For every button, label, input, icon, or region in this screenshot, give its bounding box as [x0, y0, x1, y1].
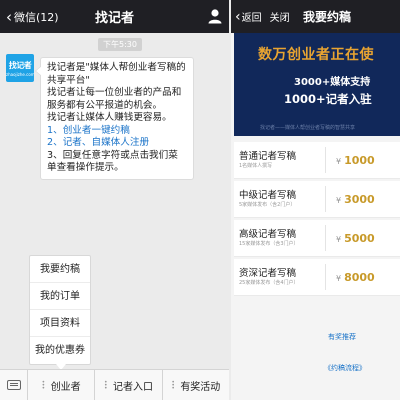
menu-creator-label: 创业者	[50, 381, 81, 393]
banner-footer: 找记者——媒体人帮创业者写稿的智慧共享	[260, 125, 356, 131]
offer-price-value: 1000	[344, 153, 375, 167]
message-timestamp: 下午5:30	[98, 38, 142, 51]
offer-desc: 15家媒体发布（含3门户）	[239, 240, 299, 247]
person-icon[interactable]	[207, 8, 223, 24]
banner-journalist-stat: 1000+记者入驻	[284, 92, 372, 106]
webview-top-bar: ‹ 返回 关闭 我要约稿	[231, 0, 400, 33]
offer-price: ¥ 3000	[326, 193, 400, 206]
menu-events-label: 有奖活动	[180, 381, 221, 393]
offer-desc: 5家媒体发布（含2门户）	[239, 201, 296, 208]
back-label: 微信(12)	[14, 10, 59, 24]
offer-price: ¥ 1000	[326, 154, 400, 167]
message-line: 共享平台"	[47, 74, 90, 86]
message-line: 单查看操作提示。	[47, 162, 124, 173]
webview-title: 我要约稿	[303, 10, 352, 24]
offer-name: 中级记者写稿	[239, 189, 297, 201]
referral-reward-link[interactable]: 有奖推荐	[328, 332, 356, 342]
offer-desc: 1名媒体人撰写	[239, 162, 273, 169]
message-line: 3、回复任意字符或点击我们菜	[47, 149, 178, 161]
offer-price: ¥ 8000	[326, 271, 400, 284]
link-creator-book[interactable]: 1、创业者一键约稿	[47, 125, 187, 138]
menu-dots-icon: • • •	[103, 378, 108, 392]
message-bubble: 找记者是"媒体人帮创业者写稿的 共享平台" 找记者让每一位创业者的产品和 服务都…	[35, 57, 194, 180]
link-journalist-register[interactable]: 2、记者、自媒体人注册	[47, 137, 187, 150]
webview-back-label: 返回	[241, 13, 262, 24]
currency-symbol: ¥	[336, 195, 342, 205]
submenu-item-orders[interactable]: 我的订单	[30, 283, 90, 310]
offer-price-value: 8000	[344, 270, 375, 284]
message-line: 服务都有公平报道的机会。	[47, 99, 163, 111]
webview-screen: ‹ 返回 关闭 我要约稿 数万创业者正在使 3000+媒体支持 1000+记者入…	[231, 0, 400, 400]
offer-price: ¥ 5000	[326, 232, 400, 245]
message-line: 找记者让每一位创业者的产品和	[47, 87, 182, 98]
offer-row-basic[interactable]: 普通记者写稿 1名媒体人撰写 ¥ 1000	[234, 142, 400, 179]
message-line: 找记者是"媒体人帮创业者写稿的	[47, 62, 186, 73]
submenu-popup: 我要约稿 我的订单 项目资料 我的优惠券	[29, 255, 91, 370]
bottom-menu-bar: • • • 创业者 • • • 记者入口 • • • 有奖活动	[0, 369, 229, 400]
booking-process-link[interactable]: 《约稿流程》	[324, 363, 366, 373]
back-button[interactable]: ‹ 微信(12)	[0, 8, 59, 26]
offer-name: 高级记者写稿	[239, 228, 297, 240]
submenu-item-book[interactable]: 我要约稿	[30, 256, 90, 283]
menu-journalist-label: 记者入口	[112, 381, 153, 393]
offer-name: 普通记者写稿	[239, 150, 297, 162]
menu-dots-icon: • • •	[41, 378, 46, 392]
currency-symbol: ¥	[336, 156, 342, 166]
offer-price-value: 3000	[344, 192, 375, 206]
offer-row-intermediate[interactable]: 中级记者写稿 5家媒体发布（含2门户） ¥ 3000	[234, 181, 400, 218]
webview-back-button[interactable]: ‹ 返回	[231, 9, 262, 25]
webview-close-button[interactable]: 关闭	[270, 9, 290, 24]
keyboard-icon	[6, 380, 21, 390]
keyboard-toggle-button[interactable]	[0, 370, 28, 400]
avatar-brand: 找记者	[8, 61, 32, 70]
menu-events[interactable]: • • • 有奖活动	[163, 370, 229, 400]
chat-screen: ‹ 微信(12) 找记者 下午5:30 找记者 zhaojizhe.com 找记…	[0, 0, 229, 400]
banner-media-stat: 3000+媒体支持	[294, 77, 371, 88]
submenu-item-coupons[interactable]: 我的优惠券	[30, 337, 90, 364]
offer-list: 普通记者写稿 1名媒体人撰写 ¥ 1000 中级记者写稿 5家媒体发布（含2门户…	[234, 142, 400, 298]
banner-headline: 数万创业者正在使	[258, 47, 374, 63]
menu-creator[interactable]: • • • 创业者	[28, 370, 96, 400]
offer-price-value: 5000	[344, 231, 375, 245]
submenu-item-projects[interactable]: 项目资料	[30, 310, 90, 337]
promo-banner: 数万创业者正在使 3000+媒体支持 1000+记者入驻 找记者——媒体人帮创业…	[234, 33, 400, 136]
chevron-left-icon: ‹	[235, 8, 241, 25]
menu-journalist[interactable]: • • • 记者入口	[95, 370, 163, 400]
chevron-left-icon: ‹	[6, 7, 12, 26]
chat-top-bar: ‹ 微信(12) 找记者	[0, 0, 229, 33]
offer-desc: 25家媒体发布（含4门户）	[239, 279, 299, 286]
menu-dots-icon: • • •	[171, 378, 175, 392]
offer-name: 资深记者写稿	[239, 267, 297, 279]
currency-symbol: ¥	[336, 234, 342, 244]
message-line: 找记者让媒体人赚钱更容易。	[47, 112, 172, 123]
avatar-url: zhaojizhe.com	[6, 72, 34, 77]
offer-row-senior[interactable]: 高级记者写稿 15家媒体发布（含3门户） ¥ 5000	[234, 220, 400, 257]
currency-symbol: ¥	[336, 273, 342, 283]
avatar[interactable]: 找记者 zhaojizhe.com	[6, 54, 34, 82]
offer-row-veteran[interactable]: 资深记者写稿 25家媒体发布（含4门户） ¥ 8000	[234, 259, 400, 296]
